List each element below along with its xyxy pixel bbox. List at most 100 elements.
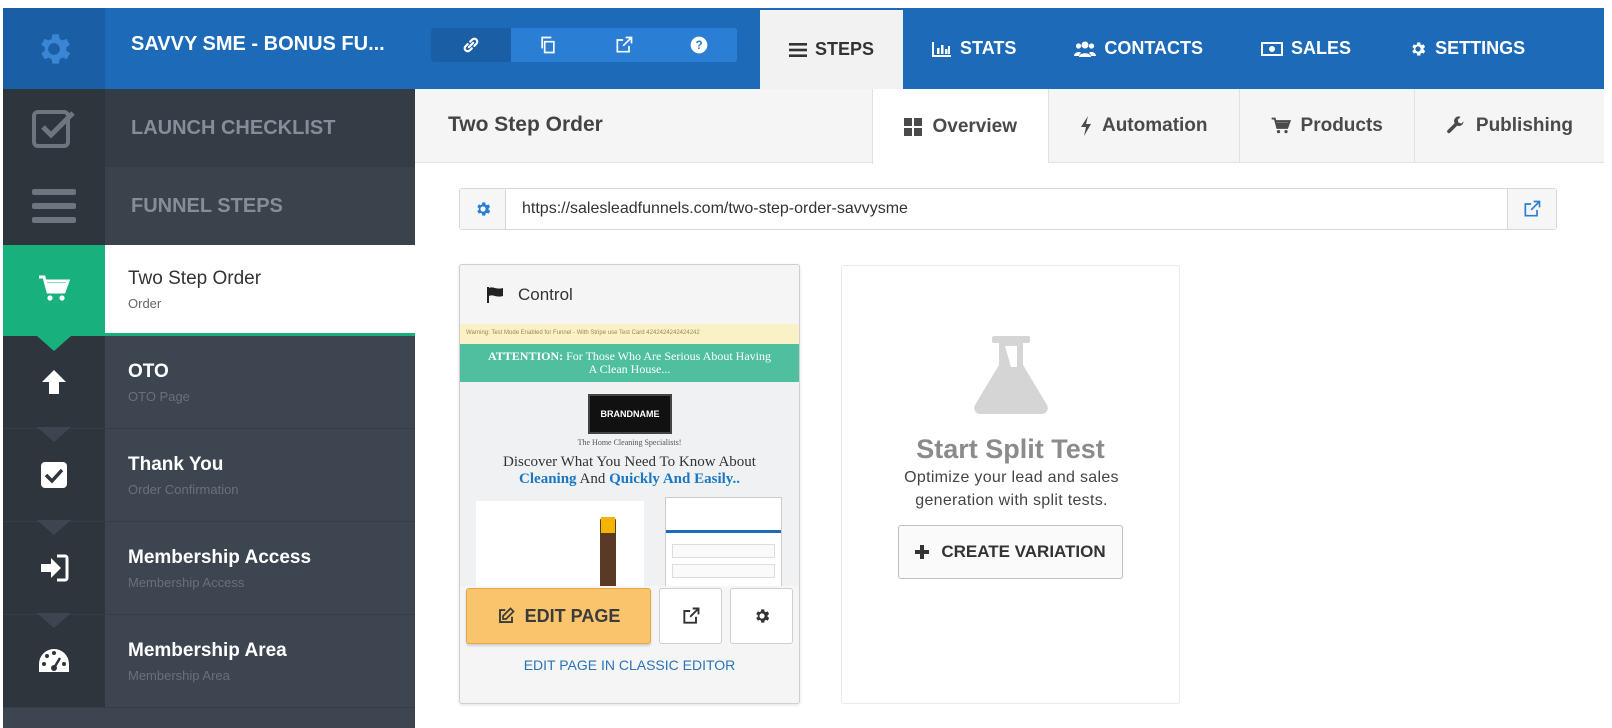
cart-icon: [39, 275, 70, 301]
link-button[interactable]: [431, 28, 511, 62]
funnel-toolbar: ?: [431, 28, 737, 62]
step-two-step-order[interactable]: Two Step Order Order: [3, 245, 415, 351]
step-type: Order Confirmation: [128, 481, 239, 497]
edit-icon: [498, 607, 515, 623]
step-name: Thank You: [128, 453, 224, 475]
variant-label: Control: [518, 284, 573, 304]
launch-checklist-label: LAUNCH CHECKLIST: [131, 116, 336, 139]
open-page-button[interactable]: [586, 28, 662, 62]
split-test-description: Optimize your lead and sales generation …: [904, 469, 1119, 509]
split-test-title: Start Split Test: [916, 434, 1105, 464]
step-name: Membership Area: [128, 639, 287, 661]
step-tabs: Overview Automation Products Publishing: [872, 89, 1604, 164]
tab-automation[interactable]: Automation: [1047, 89, 1239, 163]
nav-stats[interactable]: STATS: [903, 8, 1045, 89]
step-type: Membership Access: [128, 574, 245, 590]
plus-icon: [915, 545, 930, 559]
step-type: OTO Page: [128, 388, 190, 404]
tab-overview-label: Overview: [932, 115, 1017, 137]
link-icon: [463, 37, 479, 53]
gear-icon: [476, 202, 490, 216]
launch-checklist-item[interactable]: LAUNCH CHECKLIST: [3, 89, 415, 167]
arrow-up-icon: [42, 370, 66, 394]
split-test-card: Start Split Test Optimize your lead and …: [841, 265, 1180, 704]
nav-steps-label: STEPS: [815, 39, 875, 59]
step-name: OTO: [128, 360, 169, 382]
preview-headline: Discover What You Need To Know About Cle…: [503, 454, 756, 487]
nav-settings[interactable]: SETTINGS: [1380, 8, 1554, 89]
preview-warning: Warning: Test Mode Enabled for Funnel - …: [460, 324, 799, 344]
copy-button[interactable]: [511, 28, 587, 62]
step-header: Two Step Order Overview Automation Produ…: [415, 89, 1604, 164]
funnel-title: SAVVY SME - BONUS FU...: [131, 33, 385, 55]
external-link-icon: [616, 36, 633, 53]
open-url-button[interactable]: [1507, 189, 1556, 229]
step-membership-access[interactable]: Membership Access Membership Access: [3, 520, 415, 615]
nav-steps[interactable]: STEPS: [760, 10, 904, 89]
copy-icon: [541, 36, 555, 54]
help-button[interactable]: ?: [662, 28, 738, 62]
tab-publishing-label: Publishing: [1475, 115, 1573, 136]
external-link-icon: [682, 607, 699, 624]
step-type: Membership Area: [128, 667, 230, 683]
preview-page-button[interactable]: [659, 588, 722, 644]
nav-contacts-label: CONTACTS: [1104, 38, 1204, 58]
tab-automation-label: Automation: [1101, 115, 1208, 136]
app-gear-icon[interactable]: [3, 8, 105, 89]
cart-icon: [1271, 117, 1291, 134]
checklist-icon: [32, 110, 75, 148]
sign-in-icon: [41, 554, 69, 582]
nav-sales-label: SALES: [1291, 38, 1352, 58]
tab-products[interactable]: Products: [1238, 89, 1414, 163]
app-window: SAVVY SME - BONUS FU... ? STEPS STATS CO…: [3, 8, 1604, 728]
bars-icon: [32, 189, 76, 223]
bars-icon: [789, 42, 807, 57]
url-settings-button[interactable]: [460, 189, 506, 229]
nav-settings-label: SETTINGS: [1435, 38, 1526, 58]
bolt-icon: [1080, 116, 1091, 136]
bar-chart-icon: [932, 41, 952, 57]
money-icon: [1261, 41, 1284, 56]
step-thank-you[interactable]: Thank You Order Confirmation: [3, 427, 415, 522]
sidebar: LAUNCH CHECKLIST FUNNEL STEPS Two Step O…: [3, 89, 415, 728]
flask-icon: [974, 336, 1048, 414]
gear-icon: [1412, 41, 1426, 56]
step-membership-area[interactable]: Membership Area Membership Area: [3, 613, 415, 708]
grid-icon: [904, 117, 923, 136]
wrench-icon: [1447, 116, 1464, 134]
flag-icon: [487, 286, 503, 303]
step-type: Order: [128, 295, 162, 311]
create-variation-button[interactable]: CREATE VARIATION: [898, 525, 1123, 579]
variant-actions: EDIT PAGE: [466, 588, 795, 644]
edit-classic-link[interactable]: EDIT PAGE IN CLASSIC EDITOR: [460, 657, 799, 673]
main-nav: STEPS STATS CONTACTS SALES SETTINGS: [760, 8, 1554, 89]
nav-contacts[interactable]: CONTACTS: [1045, 8, 1232, 89]
top-bar: SAVVY SME - BONUS FU... ? STEPS STATS CO…: [3, 8, 1604, 89]
nav-stats-label: STATS: [960, 38, 1017, 58]
funnel-steps-label: FUNNEL STEPS: [131, 194, 283, 217]
step-name: Two Step Order: [128, 267, 262, 289]
gear-icon: [755, 609, 769, 623]
page-preview-thumbnail[interactable]: Warning: Test Mode Enabled for Funnel - …: [460, 324, 799, 586]
control-variant-card: Control Warning: Test Mode Enabled for F…: [459, 264, 800, 704]
users-icon: [1074, 41, 1097, 57]
tab-overview[interactable]: Overview: [872, 89, 1048, 164]
step-name: Membership Access: [128, 546, 312, 568]
check-square-icon: [41, 462, 67, 488]
preview-attention-banner: ATTENTION: For Those Who Are Serious Abo…: [460, 344, 799, 382]
page-url-input[interactable]: [506, 189, 1507, 229]
page-url-bar: [459, 188, 1557, 230]
variant-settings-button[interactable]: [730, 588, 793, 644]
help-icon: ?: [690, 36, 708, 54]
tab-publishing[interactable]: Publishing: [1413, 89, 1604, 163]
funnel-steps-item[interactable]: FUNNEL STEPS: [3, 167, 415, 245]
main-panel: Two Step Order Overview Automation Produ…: [415, 89, 1604, 728]
svg-text:?: ?: [696, 39, 703, 52]
preview-logo: BRANDNAME: [588, 394, 672, 434]
preview-tagline: The Home Cleaning Specialists!: [577, 438, 682, 447]
nav-sales[interactable]: SALES: [1232, 8, 1380, 89]
tab-products-label: Products: [1300, 115, 1383, 136]
edit-page-button[interactable]: EDIT PAGE: [466, 588, 651, 644]
preview-product-image: [476, 501, 644, 586]
dashboard-icon: [39, 649, 69, 672]
